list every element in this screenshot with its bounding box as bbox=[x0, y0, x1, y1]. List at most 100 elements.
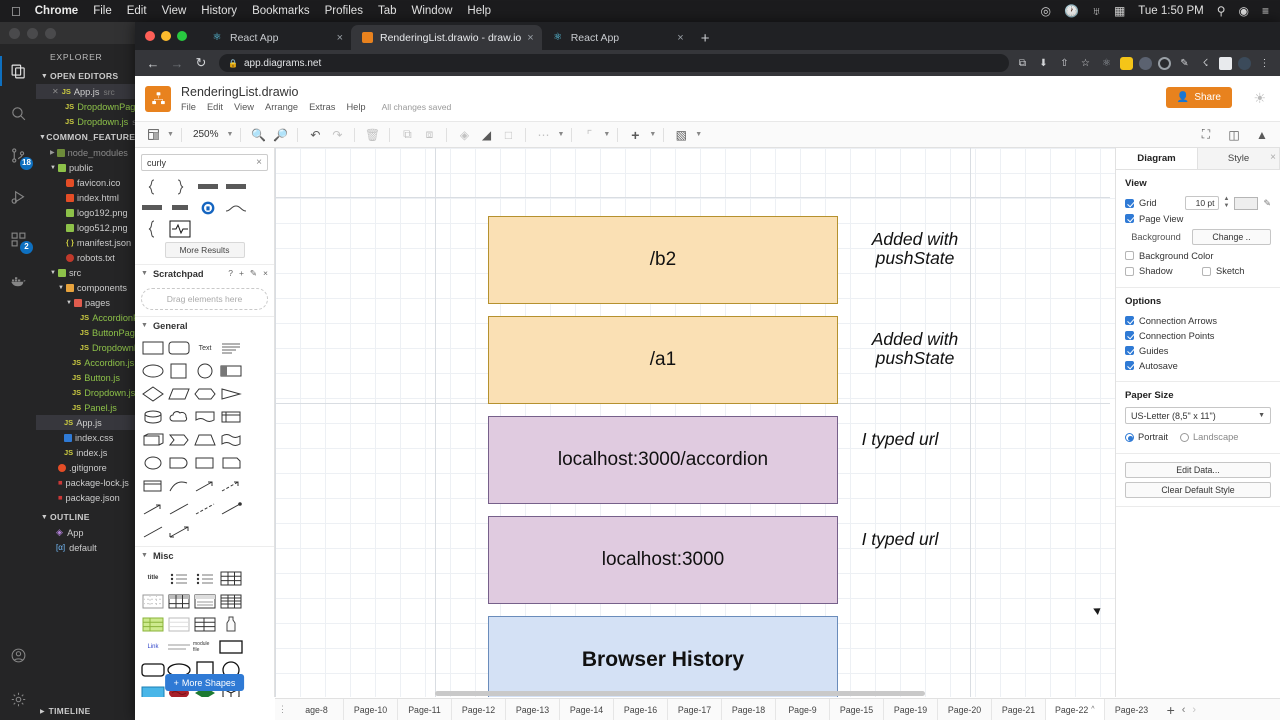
collapse-icon[interactable]: ▲ bbox=[1252, 125, 1272, 145]
control-center-list-icon[interactable]: ≡ bbox=[1262, 5, 1269, 17]
shape-bar-2[interactable] bbox=[225, 179, 247, 194]
shape-table-grid[interactable] bbox=[219, 568, 243, 588]
sketch-checkbox[interactable] bbox=[1202, 266, 1211, 276]
close-icon[interactable]: ✕ bbox=[52, 87, 59, 96]
scratchpad-section[interactable]: ▼ Scratchpad ? + ✎ × bbox=[135, 264, 274, 282]
close-icon[interactable]: × bbox=[527, 32, 533, 44]
shape-tape[interactable] bbox=[219, 430, 243, 450]
tree-item-app-js[interactable]: JS App.js bbox=[36, 415, 140, 430]
extension-target-icon[interactable] bbox=[1158, 56, 1171, 70]
chevron-down-icon[interactable]: ▼ bbox=[603, 131, 610, 138]
menubar-item-file[interactable]: File bbox=[93, 5, 112, 17]
chevron-down-icon[interactable]: ▼ bbox=[227, 131, 234, 138]
tree-item-package-json[interactable]: ■ package.json bbox=[36, 490, 140, 505]
menubar-item-tab[interactable]: Tab bbox=[378, 5, 397, 17]
wifi-icon[interactable]: ♅ bbox=[1092, 5, 1101, 17]
shape-hexagon[interactable] bbox=[193, 384, 217, 404]
tree-item-logo512[interactable]: logo512.png bbox=[36, 220, 140, 235]
tree-item-index-html[interactable]: index.html bbox=[36, 190, 140, 205]
shape-bidirectional-arrow[interactable] bbox=[193, 476, 217, 496]
tree-item-accordionpage[interactable]: JS AccordionP bbox=[36, 310, 140, 325]
share-button[interactable]: 👤 Share bbox=[1165, 87, 1232, 108]
shape-image-placeholder[interactable] bbox=[141, 683, 165, 697]
shape-arrow[interactable] bbox=[141, 499, 165, 519]
page-tab-16[interactable]: Page-16 bbox=[614, 699, 668, 720]
window-minimize-button[interactable] bbox=[27, 27, 38, 39]
calculator-icon[interactable]: ▦ bbox=[1114, 5, 1125, 17]
chrome-menu-icon[interactable]: ⋮ bbox=[1257, 56, 1272, 71]
eyedropper-icon[interactable]: ✎ bbox=[1263, 198, 1271, 209]
explorer-icon[interactable] bbox=[0, 50, 36, 92]
open-editor-row[interactable]: ✕ JS App.js src bbox=[36, 84, 140, 99]
tree-item-robots[interactable]: robots.txt bbox=[36, 250, 140, 265]
diagram-canvas[interactable]: /b2 /a1 localhost:3000/accordion localho… bbox=[275, 148, 1115, 697]
menubar-item-view[interactable]: View bbox=[162, 5, 187, 17]
bring-to-front-icon[interactable]: ⧉ bbox=[397, 125, 417, 145]
outline-item-default[interactable]: [α] default bbox=[36, 540, 140, 555]
diagram-annotation-typed-url-2[interactable]: I typed url bbox=[845, 529, 955, 549]
trash-icon[interactable]: 🗑 bbox=[362, 125, 382, 145]
table-icon[interactable]: ▧ bbox=[671, 125, 691, 145]
react-devtools-icon[interactable]: ⚛ bbox=[1099, 56, 1114, 71]
page-tab-23[interactable]: Page-23 bbox=[1105, 699, 1159, 720]
shape-double-arrow[interactable] bbox=[167, 522, 191, 542]
shape-internal-storage[interactable] bbox=[219, 407, 243, 427]
shape-or[interactable] bbox=[141, 453, 165, 473]
diagram-annotation-pushstate-1[interactable]: Added with pushState bbox=[845, 229, 985, 269]
address-bar[interactable]: 🔒 app.diagrams.net bbox=[219, 54, 1009, 72]
waypoints-icon[interactable]: ⌜ bbox=[579, 125, 599, 145]
line-style-icon[interactable]: ⋯ bbox=[533, 125, 553, 145]
shape-table-dashed[interactable] bbox=[141, 591, 165, 611]
shape-curly-right[interactable] bbox=[169, 179, 191, 194]
redo-icon[interactable]: ↷ bbox=[327, 125, 347, 145]
section-open-editors[interactable]: ▼ OPEN EDITORS bbox=[36, 68, 140, 84]
tree-item-src[interactable]: ▼ src bbox=[36, 265, 140, 280]
shape-lock-badge[interactable] bbox=[197, 200, 219, 215]
fullscreen-icon[interactable]: ⛶ bbox=[1196, 125, 1216, 145]
shape-cylinder[interactable] bbox=[141, 407, 165, 427]
tree-item-node-modules[interactable]: ▶ node_modules bbox=[36, 145, 140, 160]
chevron-down-icon[interactable]: ▼ bbox=[649, 131, 656, 138]
page-tab-22[interactable]: Page-22 ^ bbox=[1046, 699, 1105, 720]
shape-square[interactable] bbox=[167, 361, 191, 381]
shape-dashed-line[interactable] bbox=[193, 499, 217, 519]
grid-size-input[interactable]: 10 pt bbox=[1184, 196, 1219, 210]
shape-triangle[interactable] bbox=[219, 384, 243, 404]
timeline-section[interactable]: ▶ TIMELINE bbox=[36, 702, 135, 720]
close-icon[interactable]: × bbox=[337, 32, 343, 44]
shape-link-text[interactable]: Link bbox=[141, 637, 165, 657]
diagram-annotation-typed-url-1[interactable]: I typed url bbox=[845, 429, 955, 449]
chevron-down-icon[interactable]: ▼ bbox=[167, 131, 174, 138]
tree-item-pages[interactable]: ▼ pages bbox=[36, 295, 140, 310]
shape-bar-4[interactable] bbox=[169, 200, 191, 215]
edit-icon[interactable]: ✎ bbox=[250, 268, 257, 279]
undo-icon[interactable]: ↶ bbox=[305, 125, 325, 145]
apple-icon[interactable]:  bbox=[11, 5, 21, 18]
page-view-checkbox[interactable] bbox=[1125, 214, 1134, 223]
tree-item-panel[interactable]: JS Panel.js bbox=[36, 400, 140, 415]
search-icon[interactable] bbox=[0, 92, 36, 134]
window-close-button[interactable] bbox=[145, 31, 155, 41]
scratchpad-dropzone[interactable]: Drag elements here bbox=[141, 288, 268, 310]
autosave-checkbox[interactable] bbox=[1125, 361, 1134, 370]
edit-data-button[interactable]: Edit Data... bbox=[1125, 462, 1271, 478]
window-maximize-button[interactable] bbox=[45, 27, 56, 39]
clear-icon[interactable]: × bbox=[256, 157, 262, 168]
shape-display[interactable] bbox=[193, 453, 217, 473]
docker-icon[interactable] bbox=[0, 260, 36, 302]
page-tab-19[interactable]: Page-19 bbox=[884, 699, 938, 720]
tree-item-accordion[interactable]: JS Accordion.js bbox=[36, 355, 140, 370]
paper-size-select[interactable]: US-Letter (8,5" x 11") ▼ bbox=[1125, 407, 1271, 424]
browser-tab-react-app-2[interactable]: ⚛ React App × bbox=[542, 25, 692, 50]
menubar-clock[interactable]: Tue 1:50 PM bbox=[1138, 5, 1203, 17]
shape-link[interactable] bbox=[141, 522, 165, 542]
tree-item-public[interactable]: ▼ public bbox=[36, 160, 140, 175]
horizontal-scrollbar[interactable] bbox=[435, 691, 925, 696]
shadow-checkbox[interactable] bbox=[1125, 266, 1134, 276]
page-tab-12[interactable]: Page-12 bbox=[452, 699, 506, 720]
tree-item-button[interactable]: JS Button.js bbox=[36, 370, 140, 385]
tree-item-favicon[interactable]: favicon.ico bbox=[36, 175, 140, 190]
source-control-icon[interactable]: 18 bbox=[0, 134, 36, 176]
shape-cloud[interactable] bbox=[167, 407, 191, 427]
shape-document[interactable] bbox=[193, 407, 217, 427]
